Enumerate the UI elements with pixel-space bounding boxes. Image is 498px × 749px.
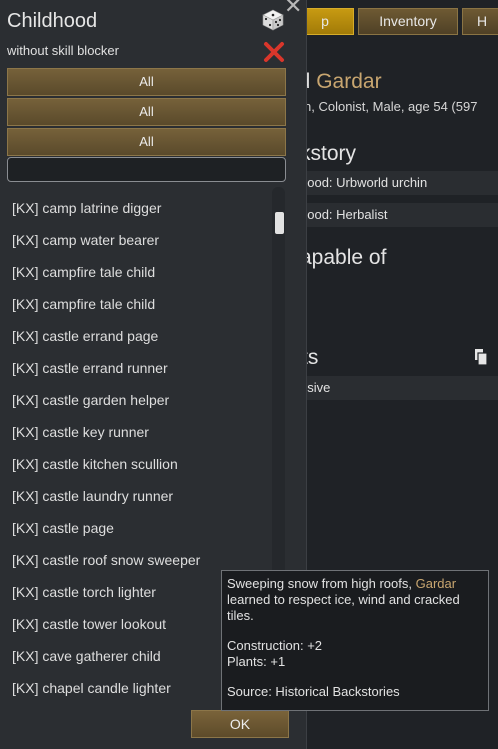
incapable-heading: apable of [300, 246, 387, 269]
list-item[interactable]: [KX] campfire tale child [12, 296, 155, 328]
list-item[interactable]: [KX] castle page [12, 520, 114, 552]
dialog-subtitle: without skill blocker [7, 43, 119, 58]
list-item[interactable]: [KX] chapel candle lighter [12, 680, 171, 704]
adulthood-backstory-row[interactable]: hood: Herbalist [292, 203, 498, 227]
list-item[interactable]: [KX] castle roof snow sweeper [12, 552, 200, 584]
copy-icon[interactable] [474, 348, 488, 366]
tooltip-skill: Plants: +1 [227, 654, 286, 669]
ok-button[interactable]: OK [191, 710, 289, 738]
list-item[interactable]: [KX] cave gatherer child [12, 648, 161, 680]
pawn-name: id Gardar [294, 70, 382, 93]
pawn-description: n, Colonist, Male, age 54 (597 [304, 99, 478, 114]
trait-row[interactable]: nsive [292, 376, 498, 400]
childhood-backstory-row[interactable]: hood: Urbworld urchin [292, 171, 498, 195]
filter-button-3[interactable]: All [7, 128, 286, 156]
tooltip-description: Sweeping snow from high roofs, Gardar le… [227, 576, 460, 623]
list-item[interactable]: [KX] camp latrine digger [12, 200, 161, 232]
tooltip-source: Source: Historical Backstories [227, 684, 400, 699]
list-item[interactable]: [KX] castle errand page [12, 328, 158, 360]
list-item[interactable]: [KX] castle kitchen scullion [12, 456, 178, 488]
backstory-tooltip: Sweeping snow from high roofs, Gardar le… [221, 570, 489, 711]
search-input[interactable] [7, 157, 286, 182]
list-item[interactable]: [KX] castle errand runner [12, 360, 168, 392]
clear-filter-icon[interactable] [263, 41, 285, 63]
list-item[interactable]: [KX] castle torch lighter [12, 584, 156, 616]
filter-button-1[interactable]: All [7, 68, 286, 96]
list-item[interactable]: [KX] campfire tale child [12, 264, 155, 296]
tab-inventory[interactable]: Inventory [358, 8, 458, 35]
filter-button-2[interactable]: All [7, 98, 286, 126]
dice-icon[interactable] [262, 9, 284, 31]
list-item[interactable]: [KX] castle laundry runner [12, 488, 173, 520]
list-item[interactable]: [KX] castle garden helper [12, 392, 169, 424]
scrollbar-thumb[interactable] [275, 212, 284, 234]
list-item[interactable]: [KX] castle tower lookout [12, 616, 166, 648]
close-icon[interactable]: ✕ [284, 0, 302, 17]
dialog-title: Childhood [7, 10, 98, 32]
list-item[interactable]: [KX] castle key runner [12, 424, 149, 456]
tab-health[interactable]: H [462, 8, 498, 35]
tooltip-skill: Construction: +2 [227, 638, 323, 653]
backstory-heading: kstory [300, 142, 357, 165]
list-item[interactable]: [KX] camp water bearer [12, 232, 159, 264]
